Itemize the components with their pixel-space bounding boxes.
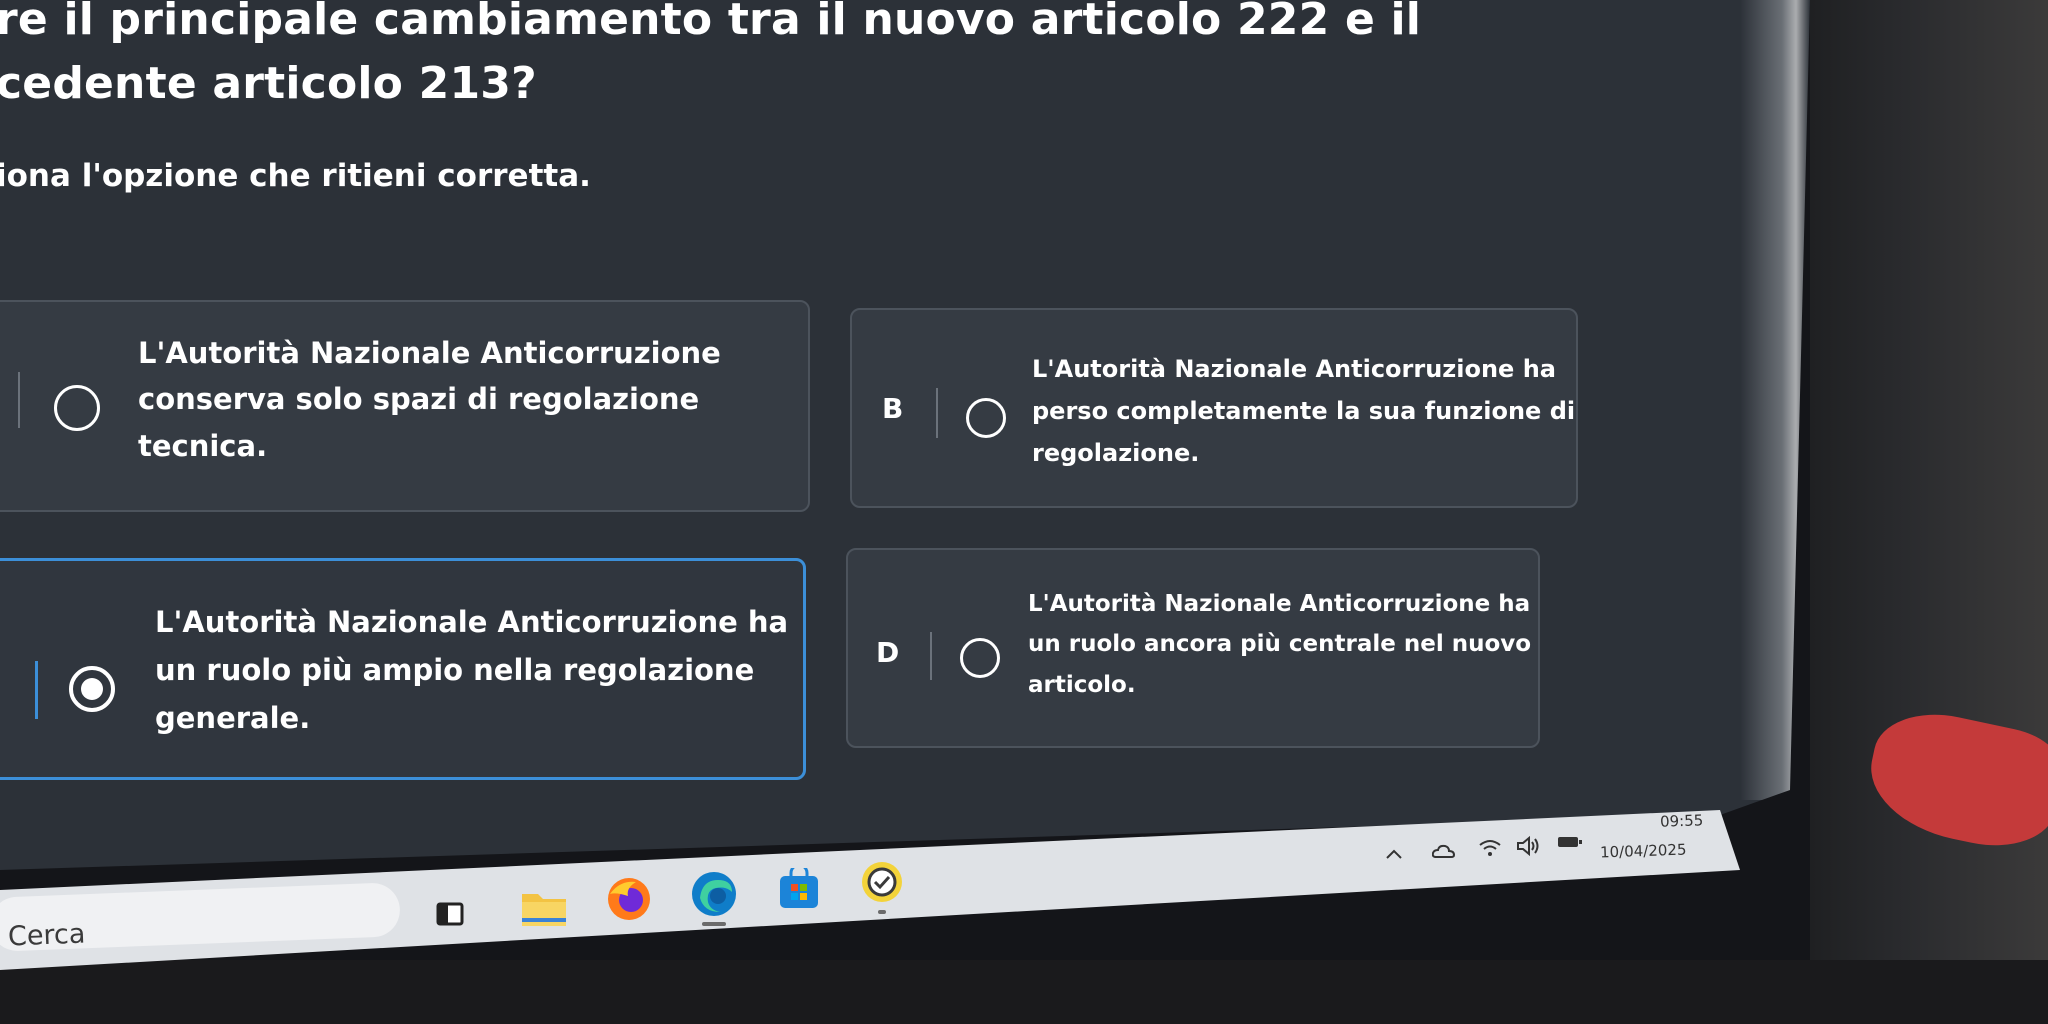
wifi-icon[interactable]: [1478, 838, 1502, 858]
option-c[interactable]: L'Autorità Nazionale Anticorruzione ha u…: [0, 558, 806, 780]
clock-time[interactable]: 09:55: [1660, 811, 1704, 830]
monitor-bezel: [1810, 0, 2048, 1024]
option-b-letter: B: [882, 392, 904, 425]
file-explorer-icon[interactable]: [520, 888, 568, 928]
speaker-icon[interactable]: [1516, 835, 1542, 857]
option-d-radio[interactable]: [960, 638, 1000, 678]
option-divider: [936, 388, 938, 438]
option-d-letter: D: [876, 636, 900, 669]
option-divider: [35, 661, 38, 719]
option-b-text: L'Autorità Nazionale Anticorruzione ha p…: [1032, 355, 1576, 467]
option-a[interactable]: L'Autorità Nazionale Anticorruzione cons…: [0, 300, 810, 512]
screen-glare: [1740, 0, 1810, 800]
question-title-line1: re il principale cambiamento tra il nuov…: [0, 0, 1422, 45]
option-b[interactable]: B L'Autorità Nazionale Anticorruzione ha…: [850, 308, 1578, 508]
option-a-text: L'Autorità Nazionale Anticorruzione cons…: [138, 336, 721, 463]
onedrive-icon[interactable]: [1431, 842, 1456, 860]
question-title-line2: cedente articolo 213?: [0, 58, 537, 109]
taskbar-search-placeholder: Cerca: [7, 918, 86, 953]
option-d-text: L'Autorità Nazionale Anticorruzione ha u…: [1028, 591, 1532, 698]
option-c-text: L'Autorità Nazionale Anticorruzione ha u…: [155, 605, 789, 735]
option-c-radio-checked[interactable]: [69, 666, 115, 712]
firefox-icon[interactable]: [606, 876, 652, 922]
option-d[interactable]: D L'Autorità Nazionale Anticorruzione ha…: [846, 548, 1540, 748]
monitor-bottom-bezel: [0, 960, 2048, 1024]
clock-date[interactable]: 10/04/2025: [1600, 840, 1687, 861]
option-a-radio[interactable]: [54, 385, 100, 431]
question-instruction: iona l'opzione che ritieni corretta.: [0, 158, 591, 194]
option-divider: [18, 372, 20, 428]
edge-icon[interactable]: [690, 870, 738, 926]
chevron-up-icon[interactable]: [1384, 846, 1404, 860]
battery-icon[interactable]: [1556, 834, 1584, 850]
option-divider: [930, 632, 932, 680]
checklist-app-icon[interactable]: [860, 860, 904, 914]
task-view-icon[interactable]: [436, 900, 464, 928]
microsoft-store-icon[interactable]: [778, 863, 820, 910]
option-b-radio[interactable]: [966, 398, 1006, 438]
